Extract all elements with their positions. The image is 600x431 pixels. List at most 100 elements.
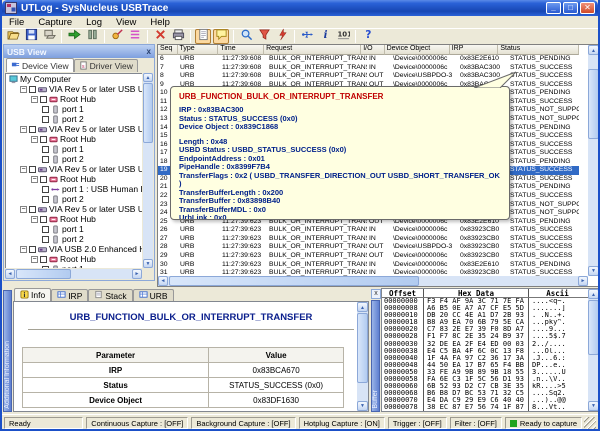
tree-vscrollbar[interactable]: ▲ ▼ [143, 73, 153, 268]
delete-button[interactable] [152, 29, 168, 44]
usb-view-close-icon[interactable]: x [147, 47, 151, 56]
tree-item[interactable]: −Root Hub [6, 254, 142, 264]
details-vscroll-thumb[interactable] [357, 313, 368, 383]
help-button[interactable]: ? [360, 29, 376, 44]
tree-checkbox[interactable] [42, 156, 49, 163]
tree-item[interactable]: port 1 [6, 264, 142, 268]
additional-info-strip[interactable]: Additional Information [3, 290, 12, 412]
tree-item[interactable]: port 2 [6, 154, 142, 164]
trace-row[interactable]: 30URB11:27:39:623BULK_OR_INTERRUPT_TRANS… [158, 261, 579, 270]
column-header-deviceobject[interactable]: Device Object [385, 45, 450, 55]
tree-item[interactable]: −VIA Rev 5 or later USB Universal Host C [6, 204, 142, 214]
buffer-vscroll-thumb[interactable] [588, 300, 599, 355]
tree-checkbox[interactable] [40, 96, 47, 103]
trace-row[interactable]: 28URB11:27:39:623BULK_OR_INTERRUPT_TRANS… [158, 243, 579, 252]
expander-icon[interactable]: − [20, 126, 27, 133]
tree-item[interactable]: −VIA Rev 5 or later USB Universal Host C [6, 164, 142, 174]
maximize-button[interactable]: □ [563, 2, 578, 14]
expander-icon[interactable]: − [31, 176, 38, 183]
tree-checkbox[interactable] [42, 106, 49, 113]
tree-item[interactable]: port 1 [6, 224, 142, 234]
tree-hscrollbar[interactable]: ◄ ► [5, 269, 142, 279]
save-file-button[interactable] [23, 29, 39, 44]
tree-checkbox[interactable] [40, 176, 47, 183]
trigger-button[interactable] [274, 29, 290, 44]
tree-item[interactable]: −Root Hub [6, 134, 142, 144]
scroll-up-icon[interactable]: ▲ [588, 289, 599, 299]
export-log-button[interactable] [41, 29, 57, 44]
column-header-request[interactable]: Request [264, 45, 361, 55]
tree-checkbox[interactable] [42, 116, 49, 123]
tree-item[interactable]: port 1 [6, 144, 142, 154]
expander-icon[interactable]: − [31, 256, 38, 263]
tab-stack[interactable]: Stack [88, 289, 132, 301]
hex-row[interactable]: 0000007838 EC 87 E7 56 74 1F 878...Vt.. [382, 404, 599, 411]
tree-item[interactable]: port 2 [6, 194, 142, 204]
scroll-left-icon[interactable]: ◄ [158, 276, 168, 286]
column-header-time[interactable]: Time [218, 45, 264, 55]
column-header-status[interactable]: Status [498, 45, 579, 55]
tab-driver-view[interactable]: sDriver View [74, 59, 138, 72]
column-header-type[interactable]: Type [178, 45, 219, 55]
scroll-down-icon[interactable]: ▼ [588, 266, 599, 276]
details-vscrollbar[interactable]: ▲ ▼ [357, 302, 368, 411]
resize-grip[interactable] [584, 417, 596, 429]
capture-pen-button[interactable] [109, 29, 125, 44]
find-button[interactable] [238, 29, 254, 44]
tree-item[interactable]: My Computer [6, 74, 142, 84]
buffer-close-icon[interactable]: x [371, 289, 381, 299]
scroll-up-icon[interactable]: ▲ [357, 302, 368, 312]
column-header-io[interactable]: I/O [361, 45, 384, 55]
print-button[interactable] [170, 29, 186, 44]
tree-item[interactable]: −VIA USB 2.0 Enhanced Host Controller [6, 244, 142, 254]
scroll-down-icon[interactable]: ▼ [143, 259, 153, 268]
tree-checkbox[interactable] [29, 206, 36, 213]
scroll-down-icon[interactable]: ▼ [357, 401, 368, 411]
tree-checkbox[interactable] [40, 216, 47, 223]
tab-irp[interactable]: IRP [51, 289, 88, 301]
tab-info[interactable]: iInfo [14, 288, 51, 301]
buffer-vscrollbar[interactable]: ▲ ▼ [588, 289, 599, 411]
minimize-button[interactable]: _ [546, 2, 561, 14]
tree-checkbox[interactable] [29, 246, 36, 253]
trace-row[interactable]: 29URB11:27:39:623BULK_OR_INTERRUPT_TRANS… [158, 252, 579, 261]
tree-checkbox[interactable] [40, 136, 47, 143]
tree-checkbox[interactable] [42, 146, 49, 153]
tab-urb[interactable]: URB [133, 289, 174, 301]
tree-item[interactable]: −Root Hub [6, 94, 142, 104]
column-header-irp[interactable]: IRP [450, 45, 499, 55]
tree-checkbox[interactable] [40, 256, 47, 263]
tree-hscroll-thumb[interactable] [16, 269, 71, 279]
log-lines-button[interactable] [127, 29, 143, 44]
scroll-right-icon[interactable]: ► [578, 276, 588, 286]
trace-row[interactable]: 26URB11:27:39:623BULK_OR_INTERRUPT_TRANS… [158, 226, 579, 235]
tree-checkbox[interactable] [42, 236, 49, 243]
pause-capture-button[interactable] [84, 29, 100, 44]
scroll-right-icon[interactable]: ► [132, 269, 142, 279]
usb-device-button[interactable] [299, 29, 315, 44]
report-doc-button[interactable] [195, 29, 211, 44]
tree-checkbox[interactable] [29, 86, 36, 93]
tree-item[interactable]: −Root Hub [6, 214, 142, 224]
tree-item[interactable]: port 1 : USB Human Interface D [6, 184, 142, 194]
menu-log[interactable]: Log [79, 17, 109, 28]
trace-row[interactable]: 27URB11:27:39:623BULK_OR_INTERRUPT_TRANS… [158, 235, 579, 244]
expander-icon[interactable]: − [31, 216, 38, 223]
tooltip-toggle-button[interactable] [213, 29, 229, 44]
tree-checkbox[interactable] [42, 186, 49, 193]
menu-capture[interactable]: Capture [31, 17, 79, 28]
expander-icon[interactable]: − [31, 96, 38, 103]
tree-checkbox[interactable] [42, 226, 49, 233]
expander-icon[interactable]: − [20, 166, 27, 173]
start-capture-button[interactable] [66, 29, 82, 44]
close-button[interactable]: ✕ [580, 2, 595, 14]
tree-checkbox[interactable] [29, 126, 36, 133]
info-button[interactable]: i [317, 29, 333, 44]
expander-icon[interactable]: − [20, 86, 27, 93]
scroll-down-icon[interactable]: ▼ [588, 401, 599, 411]
tree-item[interactable]: port 2 [6, 234, 142, 244]
trace-vscrollbar[interactable]: ▲ ▼ [588, 45, 599, 276]
menu-help[interactable]: Help [143, 17, 177, 28]
open-file-button[interactable] [5, 29, 21, 44]
tree-item[interactable]: −Root Hub [6, 174, 142, 184]
